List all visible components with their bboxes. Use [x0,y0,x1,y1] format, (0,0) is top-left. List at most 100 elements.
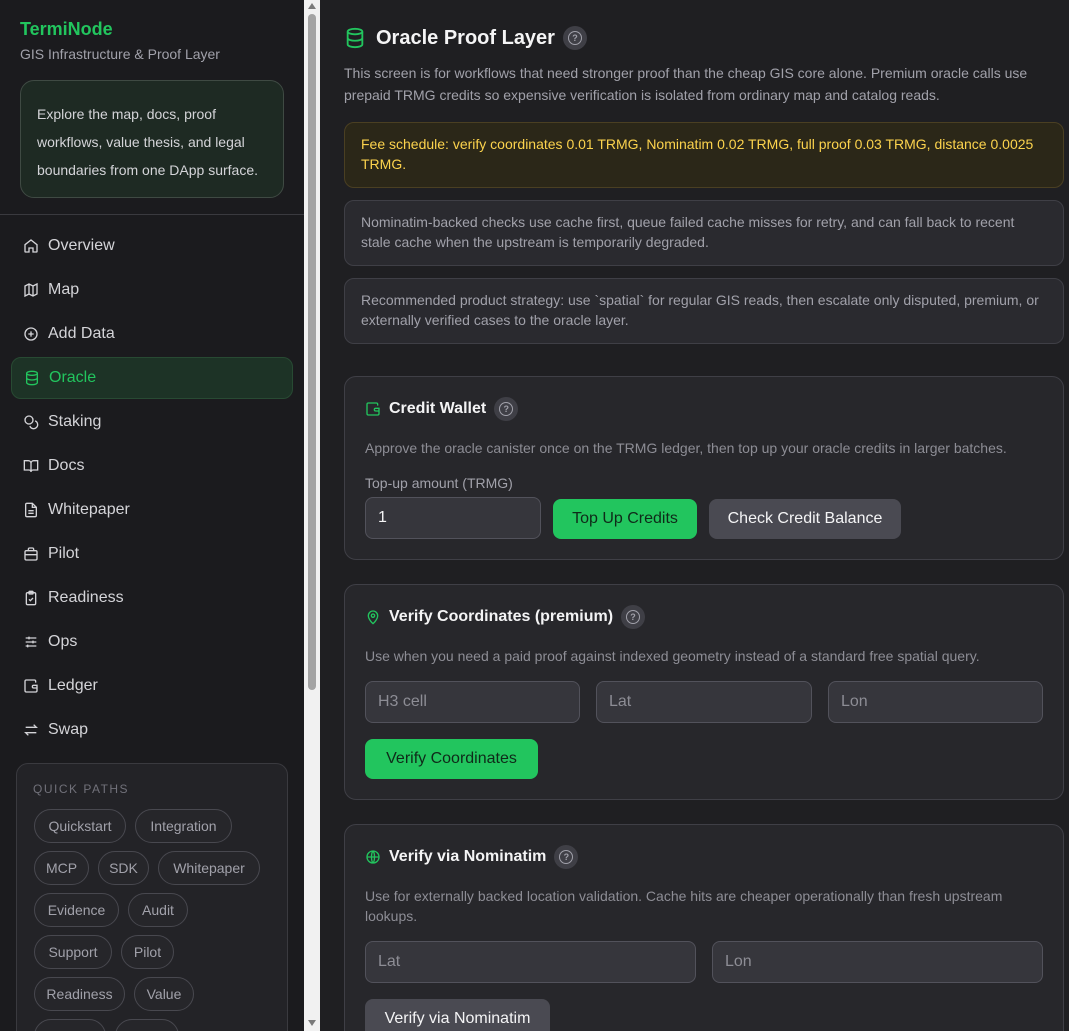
sliders-icon [25,636,37,648]
verify-coordinates-description: Use when you need a paid proof against i… [365,648,980,664]
topup-amount-label: Top-up amount (TRMG) [365,475,513,491]
brand-name[interactable]: TermiNode [20,19,113,40]
chip-privacy[interactable]: Privacy [34,1019,106,1031]
strategy-note: Recommended product strategy: use `spati… [344,278,1064,344]
nav-item-add-data[interactable]: Add Data [11,313,293,355]
nav-item-oracle[interactable]: Oracle [11,357,293,399]
chip-support[interactable]: Support [34,935,112,969]
nav-label: Readiness [48,589,124,606]
scroll-up-arrow-icon[interactable] [308,3,316,9]
help-icon: ? [567,31,582,45]
nav-item-pilot[interactable]: Pilot [11,533,293,575]
book-icon [23,460,39,473]
clipboard-check-icon [25,590,37,606]
help-button[interactable]: ? [554,845,579,869]
credit-wallet-title: Credit Wallet [389,400,487,417]
cache-note: Nominatim-backed checks use cache first,… [344,200,1064,266]
main-content: Oracle Proof Layer ? This screen is for … [320,0,1069,1031]
check-credit-balance-button[interactable]: Check Credit Balance [709,499,901,539]
chip-evidence[interactable]: Evidence [34,893,119,927]
plus-circle-icon [24,327,38,341]
chip-whitepaper[interactable]: Whitepaper [158,851,260,885]
sidebar: TermiNode GIS Infrastructure & Proof Lay… [0,0,304,1031]
verify-coordinates-header: Verify Coordinates (premium) ? [365,605,646,629]
help-icon: ? [499,402,514,416]
file-text-icon [25,502,37,518]
fee-schedule-note: Fee schedule: verify coordinates 0.01 TR… [344,122,1064,188]
help-icon: ? [559,850,574,864]
map-pin-icon [367,610,379,625]
verify-coordinates-title: Verify Coordinates (premium) [389,608,614,625]
globe-icon [366,850,380,864]
nav-label: Add Data [48,325,115,342]
chip-audit[interactable]: Audit [128,893,188,927]
wallet-icon [366,402,380,416]
nav-label: Oracle [49,369,97,386]
help-icon: ? [626,610,641,624]
help-button[interactable]: ? [621,605,646,629]
topup-amount-input[interactable]: 1 [365,497,541,539]
verify-coordinates-button[interactable]: Verify Coordinates [365,739,538,779]
verify-nominatim-card: Verify via Nominatim ? Use for externall… [344,824,1064,1031]
nav-item-ledger[interactable]: Ledger [11,665,293,707]
nav-item-map[interactable]: Map [11,269,293,311]
h3-cell-input[interactable]: H3 cell [365,681,580,723]
nav-item-overview[interactable]: Overview [11,225,293,267]
verify-nominatim-description: Use for externally backed location valid… [365,888,1003,924]
chip-readiness[interactable]: Readiness [34,977,125,1011]
page-title-text: Oracle Proof Layer [376,26,555,49]
chip-pilot[interactable]: Pilot [121,935,174,969]
lat-input[interactable]: Lat [596,681,812,723]
coins-icon [24,415,39,430]
nav-item-swap[interactable]: Swap [11,709,293,751]
swap-icon [24,724,38,736]
sidebar-divider [0,214,304,215]
nav-item-whitepaper[interactable]: Whitepaper [11,489,293,531]
nav-label: Docs [48,457,85,474]
verify-nominatim-title: Verify via Nominatim [389,848,547,865]
database-icon [26,370,38,386]
nav-label: Swap [48,721,89,738]
lon-input[interactable]: Lon [828,681,1043,723]
credit-wallet-card: Credit Wallet ? Approve the oracle canis… [344,376,1064,560]
chip-sdk[interactable]: SDK [98,851,149,885]
database-icon [346,27,364,49]
scroll-down-arrow-icon[interactable] [308,1020,316,1026]
intro-card: Explore the map, docs, proof workflows, … [20,80,284,198]
verify-coordinates-card: Verify Coordinates (premium) ? Use when … [344,584,1064,800]
chip-value[interactable]: Value [134,977,194,1011]
chip-terms[interactable]: Terms [115,1019,179,1031]
credit-wallet-header: Credit Wallet ? [365,397,519,421]
home-icon [24,239,38,253]
credit-wallet-description: Approve the oracle canister once on the … [365,440,1007,456]
map-icon [24,282,38,298]
nav-item-ops[interactable]: Ops [11,621,293,663]
quick-paths-title: QUICK PATHS [33,782,130,796]
chip-quickstart[interactable]: Quickstart [34,809,126,843]
nav-label: Ops [48,633,78,650]
quick-paths-panel: QUICK PATHS Quickstart Integration MCP S… [16,763,288,1031]
chip-mcp[interactable]: MCP [34,851,89,885]
nav-label: Staking [48,413,102,430]
nav-label: Ledger [48,677,98,694]
scroll-thumb[interactable] [308,14,316,690]
top-up-credits-button[interactable]: Top Up Credits [553,499,697,539]
help-button[interactable]: ? [562,26,587,50]
nav-item-readiness[interactable]: Readiness [11,577,293,619]
chip-integration[interactable]: Integration [135,809,232,843]
sidebar-scrollbar[interactable] [304,0,320,1031]
nav-label: Map [48,281,80,298]
help-button[interactable]: ? [494,397,519,421]
nav-item-docs[interactable]: Docs [11,445,293,487]
briefcase-icon [24,547,38,561]
nominatim-lon-input[interactable]: Lon [712,941,1043,983]
verify-nominatim-header: Verify via Nominatim ? [365,845,579,869]
wallet-icon [24,679,38,693]
nav-item-staking[interactable]: Staking [11,401,293,443]
brand-tagline: GIS Infrastructure & Proof Layer [20,46,220,62]
nav-label: Pilot [48,545,80,562]
nominatim-lat-input[interactable]: Lat [365,941,696,983]
page-title: Oracle Proof Layer ? [344,24,587,52]
page-description: This screen is for workflows that need s… [344,65,1028,103]
verify-nominatim-button[interactable]: Verify via Nominatim [365,999,550,1031]
